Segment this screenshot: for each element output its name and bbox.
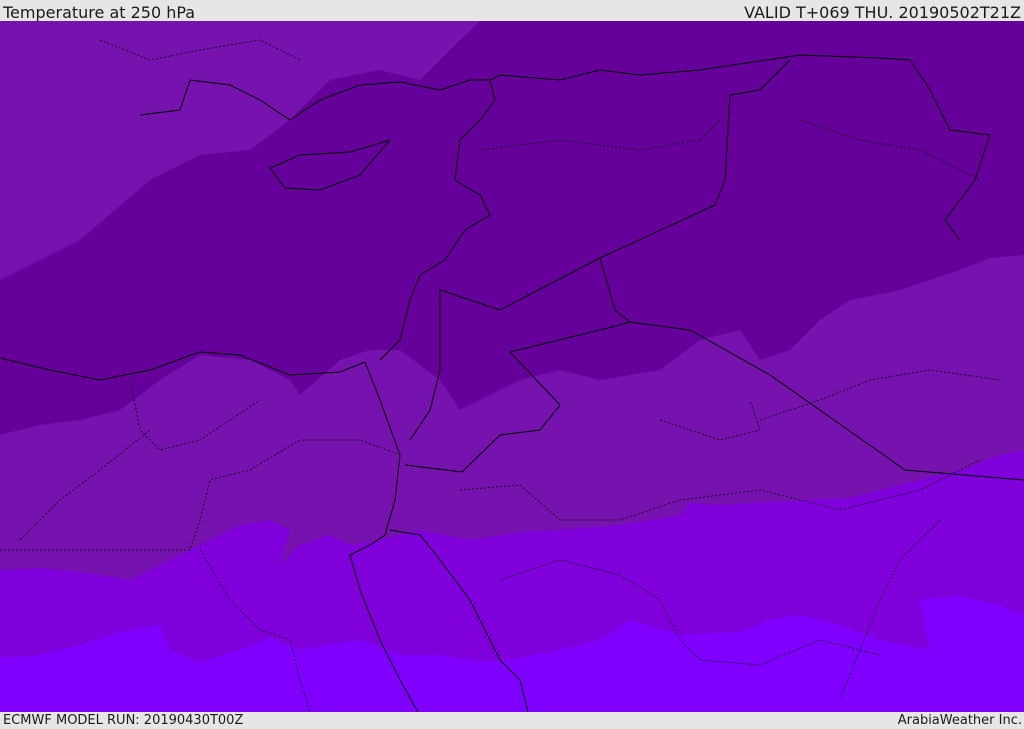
header-bar: Temperature at 250 hPa VALID T+069 THU. … [0,0,1024,22]
model-run: ECMWF MODEL RUN: 20190430T00Z [3,713,244,728]
map-title: Temperature at 250 hPa [3,3,196,22]
valid-time: VALID T+069 THU. 20190502T21Z [744,3,1021,22]
credit: ArabiaWeather Inc. [897,713,1022,728]
temperature-map [0,21,1024,712]
footer-bar: ECMWF MODEL RUN: 20190430T00Z ArabiaWeat… [0,712,1024,729]
